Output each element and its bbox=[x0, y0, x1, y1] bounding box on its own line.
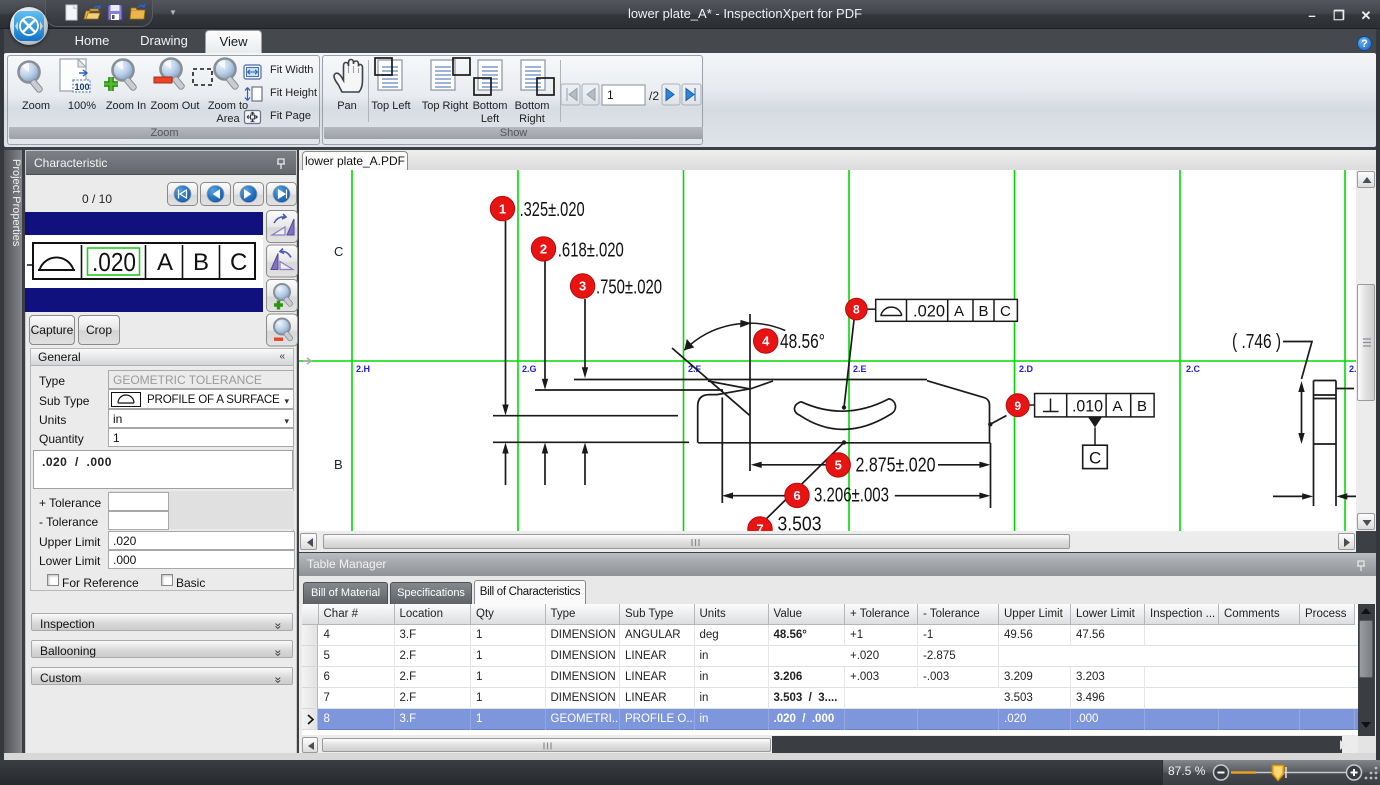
svg-text:3.206±.003: 3.206±.003 bbox=[814, 485, 889, 507]
svg-text:3.503: 3.503 bbox=[778, 514, 822, 532]
svg-text:C: C bbox=[1000, 303, 1011, 320]
svg-text:2.E: 2.E bbox=[853, 364, 867, 374]
svg-text:2.D: 2.D bbox=[1019, 364, 1034, 374]
svg-text:4: 4 bbox=[762, 334, 770, 349]
svg-text:.010: .010 bbox=[1072, 398, 1103, 416]
svg-text:.618±.020: .618±.020 bbox=[558, 240, 624, 262]
svg-text:.020: .020 bbox=[92, 247, 136, 277]
svg-text:A: A bbox=[1113, 398, 1123, 415]
svg-text:100: 100 bbox=[75, 82, 90, 92]
svg-text:48.56°: 48.56° bbox=[780, 331, 825, 353]
svg-text:C: C bbox=[334, 244, 343, 259]
svg-text:2.G: 2.G bbox=[522, 364, 537, 374]
svg-text:3: 3 bbox=[579, 279, 586, 294]
svg-text:6: 6 bbox=[793, 488, 800, 503]
svg-text:8: 8 bbox=[853, 303, 860, 317]
svg-text:2.C: 2.C bbox=[1186, 364, 1201, 374]
svg-text:B: B bbox=[1137, 398, 1147, 415]
svg-text:C: C bbox=[230, 249, 247, 276]
svg-text:B: B bbox=[193, 249, 209, 276]
svg-text:7: 7 bbox=[756, 522, 763, 531]
svg-text:.325±.020: .325±.020 bbox=[520, 199, 585, 221]
svg-text:2.: 2. bbox=[1349, 364, 1356, 374]
svg-text:2.875±.020: 2.875±.020 bbox=[856, 455, 936, 477]
svg-text:9: 9 bbox=[1014, 399, 1021, 413]
svg-text:B: B bbox=[334, 457, 343, 472]
svg-text:/2: /2 bbox=[649, 89, 659, 103]
svg-text:( .746 ): ( .746 ) bbox=[1232, 331, 1281, 353]
svg-text:A: A bbox=[954, 303, 964, 320]
svg-text:1: 1 bbox=[499, 201, 506, 216]
svg-text:1: 1 bbox=[607, 88, 614, 102]
svg-text:.750±.020: .750±.020 bbox=[596, 277, 662, 299]
svg-text:2: 2 bbox=[540, 242, 547, 257]
svg-text:C: C bbox=[1089, 449, 1101, 468]
svg-text:2.H: 2.H bbox=[356, 364, 370, 374]
svg-text:5: 5 bbox=[835, 458, 842, 473]
svg-text:A: A bbox=[157, 249, 173, 276]
svg-text:.020: .020 bbox=[913, 303, 945, 321]
svg-text:B: B bbox=[979, 303, 989, 320]
